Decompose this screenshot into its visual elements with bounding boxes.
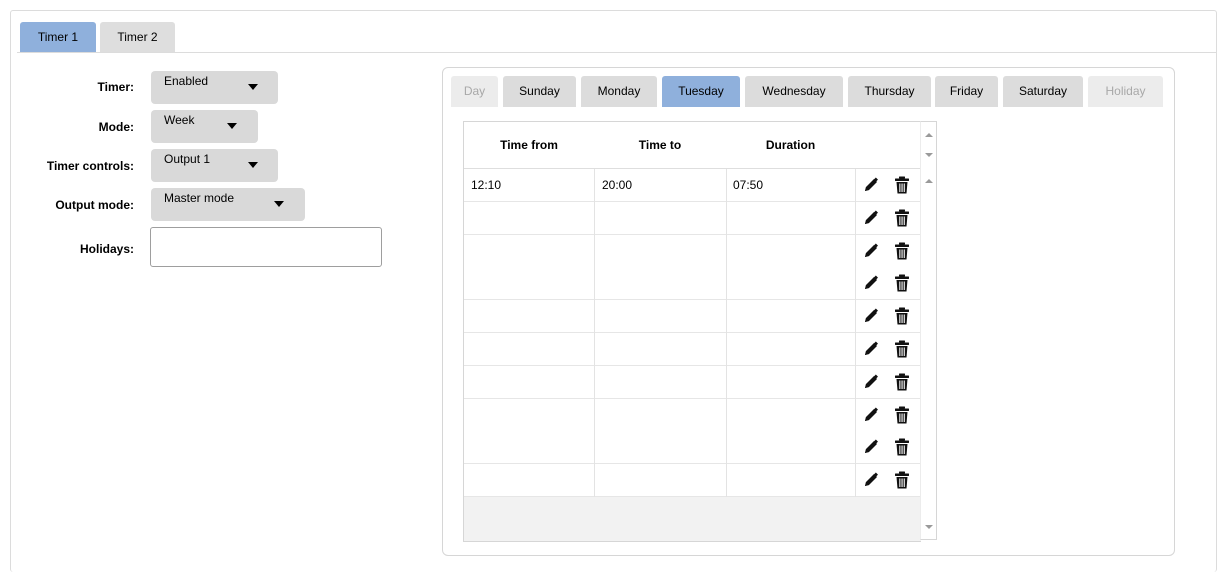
- trash-icon[interactable]: [894, 209, 910, 227]
- timer-controls-select[interactable]: Output 1: [151, 149, 278, 182]
- table-scrollbar[interactable]: [920, 121, 937, 540]
- cell-time-to: 20:00: [602, 178, 633, 192]
- trash-icon[interactable]: [894, 373, 910, 391]
- trash-icon[interactable]: [894, 471, 910, 489]
- pencil-icon[interactable]: [863, 308, 879, 324]
- tab-tuesday[interactable]: Tuesday: [662, 76, 740, 107]
- timer-select[interactable]: Enabled: [151, 71, 278, 104]
- pencil-icon[interactable]: [863, 374, 879, 390]
- tab-divider: [17, 52, 1217, 53]
- table-row[interactable]: [464, 431, 921, 465]
- output-mode-label: Output mode:: [55, 198, 134, 212]
- pencil-icon[interactable]: [863, 439, 879, 455]
- trash-icon[interactable]: [894, 307, 910, 325]
- tab-saturday[interactable]: Saturday: [1003, 76, 1083, 107]
- pencil-icon[interactable]: [863, 341, 879, 357]
- tab-timer-1[interactable]: Timer 1: [20, 22, 96, 52]
- table-row[interactable]: [464, 333, 921, 366]
- holidays-input[interactable]: [150, 227, 382, 267]
- pencil-icon[interactable]: [863, 472, 879, 488]
- timer-controls-label: Timer controls:: [46, 159, 134, 173]
- tab-timer-2[interactable]: Timer 2: [100, 22, 175, 52]
- cell-duration: 07:50: [733, 178, 764, 192]
- timer-select-value: Enabled: [164, 74, 209, 88]
- tab-wednesday[interactable]: Wednesday: [745, 76, 843, 107]
- pencil-icon[interactable]: [863, 243, 879, 259]
- table-row[interactable]: 12:10 20:00 07:50: [464, 169, 921, 202]
- trash-icon[interactable]: [894, 242, 910, 260]
- table-row[interactable]: [464, 365, 921, 399]
- scroll-down-icon[interactable]: [925, 153, 933, 157]
- table-row[interactable]: [464, 398, 921, 432]
- tab-day: Day: [451, 76, 498, 107]
- tab-monday[interactable]: Monday: [581, 76, 657, 107]
- pencil-icon[interactable]: [863, 407, 879, 423]
- tab-friday[interactable]: Friday: [935, 76, 998, 107]
- scroll-up-icon[interactable]: [925, 179, 933, 183]
- mode-label: Mode:: [98, 120, 134, 134]
- pencil-icon[interactable]: [863, 210, 879, 226]
- table-row[interactable]: [464, 267, 921, 301]
- tab-sunday[interactable]: Sunday: [503, 76, 576, 107]
- column-header-time-to[interactable]: Time to: [594, 122, 726, 168]
- timer-controls-select-value: Output 1: [164, 152, 211, 166]
- column-header-time-from[interactable]: Time from: [464, 122, 594, 168]
- chevron-down-icon: [274, 201, 284, 207]
- trash-icon[interactable]: [894, 274, 910, 292]
- holidays-label: Holidays:: [79, 242, 134, 256]
- column-header-duration[interactable]: Duration: [726, 122, 855, 168]
- scroll-up-icon[interactable]: [925, 133, 933, 137]
- chevron-down-icon: [248, 162, 258, 168]
- mode-select-value: Week: [164, 113, 195, 127]
- pencil-icon[interactable]: [863, 177, 879, 193]
- timer-label: Timer:: [97, 80, 134, 94]
- trash-icon[interactable]: [894, 340, 910, 358]
- trash-icon[interactable]: [894, 406, 910, 424]
- tab-holiday: Holiday: [1088, 76, 1163, 107]
- output-mode-select[interactable]: Master mode: [151, 188, 305, 221]
- table-header: Time from Time to Duration: [464, 122, 921, 169]
- table-row[interactable]: [464, 201, 921, 235]
- table-row[interactable]: [464, 300, 921, 334]
- trash-icon[interactable]: [894, 176, 910, 194]
- table-row[interactable]: [464, 234, 921, 268]
- scroll-down-icon[interactable]: [925, 525, 933, 529]
- chevron-down-icon: [227, 123, 237, 129]
- trash-icon[interactable]: [894, 438, 910, 456]
- mode-select[interactable]: Week: [151, 110, 258, 143]
- schedule-table: Time from Time to Duration 12:10 20:00 07:…: [463, 121, 921, 542]
- chevron-down-icon: [248, 84, 258, 90]
- output-mode-select-value: Master mode: [164, 191, 235, 205]
- cell-time-from: 12:10: [471, 178, 502, 192]
- table-row[interactable]: [464, 464, 921, 498]
- pencil-icon[interactable]: [863, 275, 879, 291]
- tab-thursday[interactable]: Thursday: [848, 76, 931, 107]
